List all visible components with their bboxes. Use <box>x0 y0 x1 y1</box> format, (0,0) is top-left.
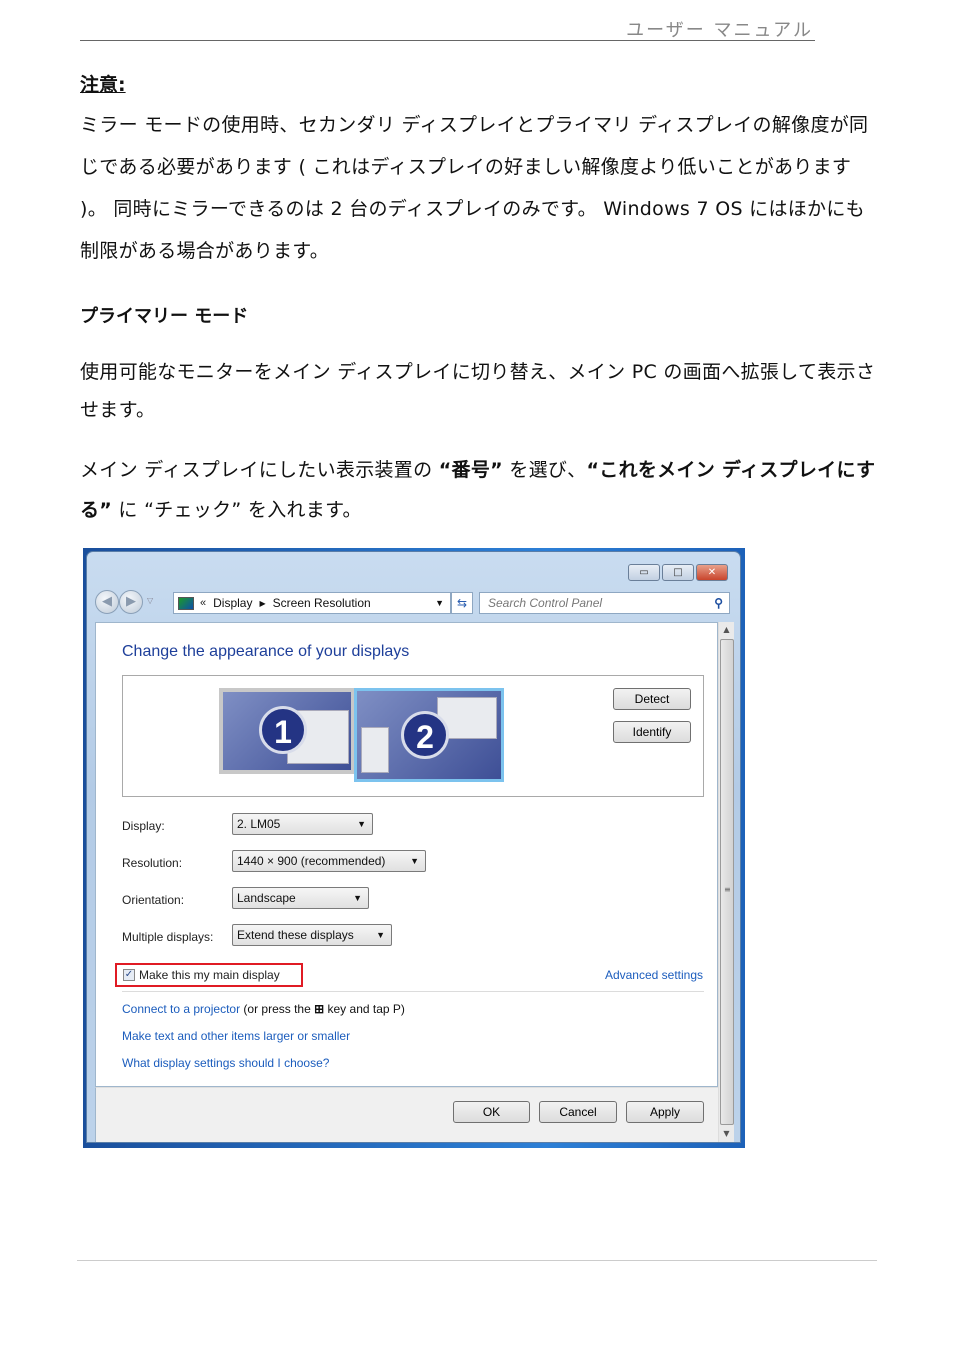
monitor-1[interactable]: 1 <box>219 688 355 774</box>
grip-icon: ≡ <box>724 885 731 894</box>
section-paragraph-1: 使用可能なモニターをメイン ディスプレイに切り替え、メイン PC の画面へ拡張し… <box>80 361 876 421</box>
breadcrumb-display[interactable]: Display <box>213 596 252 610</box>
main-display-label[interactable]: Make this my main display <box>139 968 280 982</box>
recent-pages-dropdown-icon[interactable]: ▽ <box>147 596 153 605</box>
identify-button[interactable]: Identify <box>613 721 691 743</box>
display-select[interactable]: 2. LM05 ▼ <box>232 813 373 835</box>
para2-text-c: を選び、 <box>502 459 587 481</box>
navigation-bar: ◀ ▶ ▽ « Display ▶ Screen Resolution ▼ ⇆ … <box>95 590 730 616</box>
chevron-down-icon: ▼ <box>376 930 385 940</box>
orientation-value: Landscape <box>237 891 296 905</box>
window-controls: ▭ □ ✕ <box>628 564 728 581</box>
divider <box>122 991 704 992</box>
back-button[interactable]: ◀ <box>95 590 119 614</box>
section-title: プライマリー モード <box>80 306 249 327</box>
page-header-title: ユーザー マニュアル <box>626 20 813 41</box>
para2-text-a: メイン ディスプレイにしたい表示装置の <box>80 459 439 481</box>
chevron-down-icon: ▼ <box>353 893 362 903</box>
help-link[interactable]: What display settings should I choose? <box>122 1056 329 1070</box>
orientation-label: Orientation: <box>122 893 185 907</box>
forward-button[interactable]: ▶ <box>119 590 143 614</box>
ok-button[interactable]: OK <box>453 1101 530 1123</box>
search-placeholder: Search Control Panel <box>488 596 603 610</box>
resolution-value: 1440 × 900 (recommended) <box>237 854 386 868</box>
main-display-checkbox[interactable]: ✓ <box>123 969 135 981</box>
para2-text-e: に “チェック” を入れます。 <box>112 499 362 521</box>
note-title: 注意: <box>80 74 126 96</box>
section-paragraph-2: メイン ディスプレイにしたい表示装置の “番号” を選び、“これをメイン ディス… <box>80 450 880 530</box>
address-dropdown-icon[interactable]: ▼ <box>435 598 444 608</box>
cancel-button[interactable]: Cancel <box>539 1101 617 1123</box>
multiple-displays-value: Extend these displays <box>237 928 354 942</box>
monitor-number-1: 1 <box>259 706 307 754</box>
page-heading: Change the appearance of your displays <box>122 643 410 660</box>
breadcrumb-screen-resolution[interactable]: Screen Resolution <box>273 596 371 610</box>
para2-number-emphasis: “番号” <box>438 459 503 481</box>
display-arrangement-area: 1 2 Detect Identify <box>122 675 704 797</box>
chevron-down-icon: ▼ <box>410 856 419 866</box>
minimize-button[interactable]: ▭ <box>628 564 660 581</box>
display-label: Display: <box>122 819 165 833</box>
projector-link[interactable]: Connect to a projector <box>122 1002 240 1016</box>
note-body: ミラー モードの使用時、セカンダリ ディスプレイとプライマリ ディスプレイの解像… <box>80 114 869 262</box>
vertical-scrollbar[interactable]: ▲ ≡ ▼ <box>718 622 734 1142</box>
resolution-label: Resolution: <box>122 856 183 870</box>
multiple-displays-label: Multiple displays: <box>122 930 214 944</box>
screen-resolution-screenshot: ▭ □ ✕ ◀ ▶ ▽ « Display ▶ Screen Resolutio… <box>83 548 745 1148</box>
dialog-footer: OK Cancel Apply <box>95 1087 718 1142</box>
breadcrumb-overflow[interactable]: « <box>200 597 206 609</box>
search-input[interactable]: Search Control Panel ⚲ <box>479 592 730 614</box>
projector-hint-a: (or press the <box>240 1002 315 1016</box>
display-value: 2. LM05 <box>237 817 281 831</box>
scroll-thumb[interactable]: ≡ <box>720 639 734 1125</box>
content-pane: Change the appearance of your displays 1… <box>95 622 718 1087</box>
projector-line: Connect to a projector (or press the ⊞ k… <box>122 1002 405 1016</box>
scroll-down-icon[interactable]: ▼ <box>719 1126 734 1142</box>
scroll-up-icon[interactable]: ▲ <box>719 622 734 638</box>
refresh-icon[interactable]: ⇆ <box>451 592 473 614</box>
resolution-select[interactable]: 1440 × 900 (recommended) ▼ <box>232 850 426 872</box>
advanced-settings-link[interactable]: Advanced settings <box>605 968 703 982</box>
page-header: ユーザー マニュアル <box>80 14 815 41</box>
breadcrumb-separator-icon: ▶ <box>259 598 266 608</box>
text-size-link[interactable]: Make text and other items larger or smal… <box>122 1029 350 1043</box>
close-button[interactable]: ✕ <box>696 564 728 581</box>
footer-divider <box>77 1260 877 1261</box>
monitor-2[interactable]: 2 <box>354 688 504 782</box>
windows-key-icon: ⊞ <box>314 1002 325 1016</box>
orientation-select[interactable]: Landscape ▼ <box>232 887 369 909</box>
start-menu-thumbnail <box>361 727 389 773</box>
address-bar[interactable]: « Display ▶ Screen Resolution ▼ <box>173 592 451 614</box>
chevron-down-icon: ▼ <box>357 819 366 829</box>
control-panel-window: ▭ □ ✕ ◀ ▶ ▽ « Display ▶ Screen Resolutio… <box>86 551 741 1143</box>
detect-button[interactable]: Detect <box>613 688 691 710</box>
display-icon <box>178 596 194 610</box>
apply-button[interactable]: Apply <box>626 1101 704 1123</box>
search-icon[interactable]: ⚲ <box>714 593 723 613</box>
projector-hint-b: key and tap P) <box>324 1002 405 1016</box>
maximize-button[interactable]: □ <box>662 564 694 581</box>
multiple-displays-select[interactable]: Extend these displays ▼ <box>232 924 392 946</box>
monitor-number-2: 2 <box>401 711 449 759</box>
